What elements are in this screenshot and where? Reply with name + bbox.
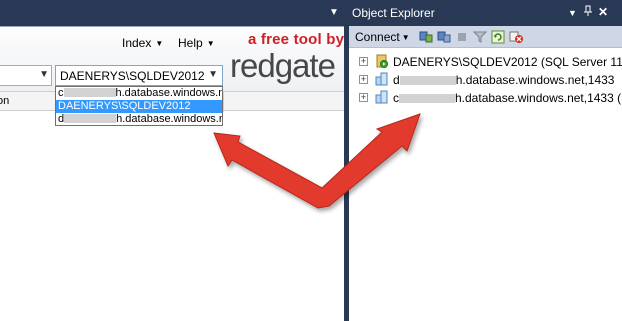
stop-icon[interactable] bbox=[455, 30, 469, 44]
chevron-down-icon: ▼ bbox=[155, 39, 164, 48]
expand-icon[interactable]: + bbox=[359, 57, 368, 66]
connect-button[interactable]: Connect ▼ bbox=[355, 30, 410, 44]
redacted-text bbox=[63, 88, 116, 97]
tab-dropdown-icon[interactable]: ▼ bbox=[329, 8, 339, 18]
disconnect-all-icon[interactable] bbox=[509, 30, 523, 44]
sql-tool-panel: Index ▼ Help ▼ a free tool by redgate ▼ DA… bbox=[0, 26, 344, 321]
object-explorer-tree: + DAENERYS\SQLDEV2012 (SQL Server 11.0 +… bbox=[349, 49, 622, 321]
pin-icon[interactable] bbox=[582, 5, 594, 20]
node-prefix: d bbox=[393, 73, 400, 87]
server-running-icon bbox=[375, 54, 389, 68]
index-menu[interactable]: Index ▼ bbox=[122, 36, 163, 50]
chevron-down-icon: ▼ bbox=[206, 39, 215, 48]
tree-node-label: d h.database.windows.net,1433 bbox=[393, 73, 614, 87]
document-tab-bar: ▼ bbox=[0, 0, 344, 26]
dropdown-option-selected[interactable]: DAENERYS\SQLDEV2012 bbox=[56, 100, 222, 113]
close-icon[interactable]: ✕ bbox=[598, 5, 608, 19]
expand-icon[interactable]: + bbox=[359, 93, 368, 102]
redgate-logo[interactable]: redgate bbox=[230, 47, 336, 85]
chevron-down-icon: ▼ bbox=[401, 33, 410, 42]
column-header-label[interactable]: on bbox=[0, 95, 9, 107]
tree-node-label: DAENERYS\SQLDEV2012 (SQL Server 11.0 bbox=[393, 55, 622, 69]
object-explorer: Object Explorer ▼ ✕ Connect ▼ + DAENERYS… bbox=[349, 0, 622, 321]
document-window: ▼ Index ▼ Help ▼ a free tool by redgate ▼ … bbox=[0, 0, 344, 321]
server-combo-value: DAENERYS\SQLDEV2012 bbox=[60, 69, 205, 83]
node-suffix: h.database.windows.net,1433 (S bbox=[455, 91, 622, 105]
help-menu-label: Help bbox=[178, 36, 203, 50]
object-explorer-toolbar: Connect ▼ bbox=[349, 26, 622, 48]
redacted-text bbox=[399, 94, 455, 103]
help-menu[interactable]: Help ▼ bbox=[178, 36, 215, 50]
object-explorer-title-bar: Object Explorer ▼ ✕ bbox=[349, 0, 622, 26]
column-divider[interactable] bbox=[223, 92, 224, 112]
tree-node-label: c h.database.windows.net,1433 (S bbox=[393, 91, 622, 105]
pin-dropdown-icon[interactable]: ▼ bbox=[568, 8, 577, 18]
node-suffix: h.database.windows.net,1433 bbox=[455, 73, 615, 87]
connect-label: Connect bbox=[355, 30, 400, 44]
expand-icon[interactable]: + bbox=[359, 75, 368, 84]
dropdown-option[interactable]: ch.database.windows.net,1 bbox=[56, 87, 222, 100]
chevron-down-icon[interactable]: ▼ bbox=[208, 69, 218, 80]
option-label: DAENERYS\SQLDEV2012 bbox=[58, 100, 191, 112]
object-explorer-title: Object Explorer bbox=[352, 6, 435, 20]
connect-object-explorer-icon[interactable] bbox=[419, 30, 433, 44]
option-suffix: h.database.windows.net,1 bbox=[115, 87, 223, 99]
refresh-icon[interactable] bbox=[491, 30, 505, 44]
brand-tagline[interactable]: a free tool by bbox=[248, 31, 344, 48]
azure-server-icon bbox=[375, 72, 389, 86]
database-combo[interactable]: ▼ bbox=[0, 65, 52, 86]
option-suffix: h.database.windows.ne bbox=[116, 113, 222, 125]
filter-icon[interactable] bbox=[472, 30, 488, 44]
server-dropdown-list: ch.database.windows.net,1 DAENERYS\SQLDE… bbox=[55, 86, 223, 126]
chevron-down-icon[interactable]: ▼ bbox=[39, 69, 49, 80]
azure-server-icon bbox=[375, 90, 389, 104]
dropdown-option[interactable]: d h.database.windows.ne bbox=[56, 113, 222, 125]
tool-header: Index ▼ Help ▼ a free tool by redgate ▼ DA… bbox=[0, 27, 344, 91]
redacted-text bbox=[399, 76, 456, 85]
index-menu-label: Index bbox=[122, 36, 152, 50]
redacted-text bbox=[64, 114, 117, 123]
disconnect-icon[interactable] bbox=[437, 30, 451, 44]
server-combo[interactable]: DAENERYS\SQLDEV2012 ▼ bbox=[55, 65, 223, 86]
